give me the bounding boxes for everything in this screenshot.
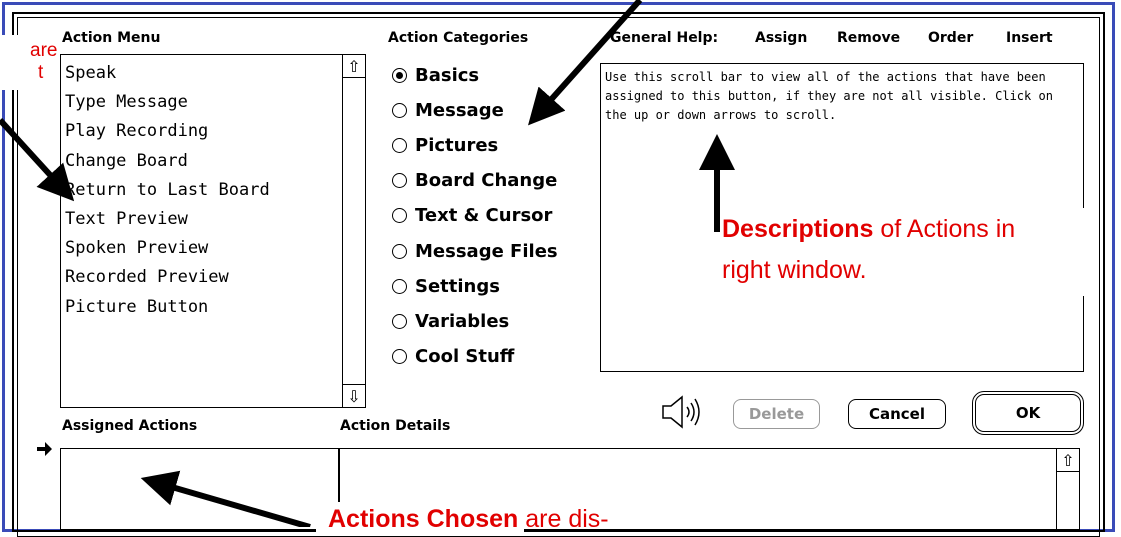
arrow-to-categories [528, 0, 643, 126]
arrow-to-assigned-actions [140, 470, 311, 527]
annotation-arrows [0, 0, 735, 527]
arrow-to-action-menu [0, 117, 75, 202]
